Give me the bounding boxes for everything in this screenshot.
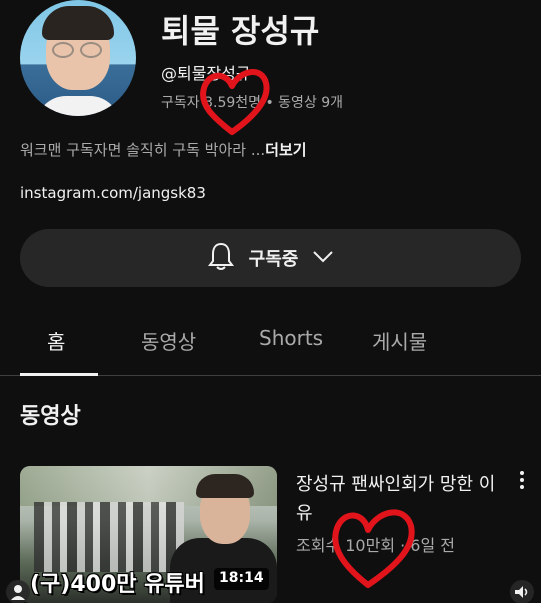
- tab-videos[interactable]: 동영상: [141, 326, 196, 355]
- volume-icon[interactable]: [510, 580, 534, 603]
- tab-shorts[interactable]: Shorts: [259, 326, 323, 350]
- channel-avatar[interactable]: [20, 0, 136, 116]
- tab-posts[interactable]: 게시물: [372, 326, 427, 355]
- active-tab-indicator: [20, 373, 98, 376]
- channel-tabs: 홈 동영상 Shorts 게시물: [0, 300, 541, 376]
- channel-stats: 구독자 3.59천명 • 동영상 9개: [161, 95, 344, 111]
- tab-home[interactable]: 홈: [47, 326, 65, 355]
- bell-icon: [207, 241, 235, 275]
- description-more-link[interactable]: 더보기: [265, 141, 306, 159]
- channel-name: 퇴물 장성규: [161, 12, 320, 50]
- more-vert-icon[interactable]: [512, 470, 532, 490]
- video-duration: 18:14: [214, 568, 269, 590]
- thumbnail-crowd: [34, 502, 184, 572]
- thumbnail-person-hair: [196, 474, 254, 498]
- avatar-glasses: [52, 42, 104, 58]
- video-meta: 조회수 10만회 · 6일 전: [296, 536, 456, 555]
- subscribe-button[interactable]: 구독중: [20, 229, 521, 287]
- section-title: 동영상: [20, 404, 81, 429]
- account-icon[interactable]: [6, 580, 30, 603]
- subscribe-label: 구독중: [248, 249, 299, 270]
- avatar-hair: [42, 6, 114, 40]
- chevron-down-icon: [312, 249, 334, 268]
- description-text: 워크맨 구독자면 솔직히 구독 박아라 ...: [20, 141, 266, 159]
- avatar-shirt: [36, 96, 120, 116]
- channel-handle: @퇴물장성규: [161, 64, 251, 83]
- channel-description[interactable]: 워크맨 구독자면 솔직히 구독 박아라 ...더보기: [20, 139, 307, 160]
- thumbnail-text: (구)400만 유튜버: [30, 572, 205, 597]
- video-title[interactable]: 장성규 팬싸인회가 망한 이유: [296, 470, 506, 528]
- channel-link[interactable]: instagram.com/jangsk83: [20, 184, 206, 202]
